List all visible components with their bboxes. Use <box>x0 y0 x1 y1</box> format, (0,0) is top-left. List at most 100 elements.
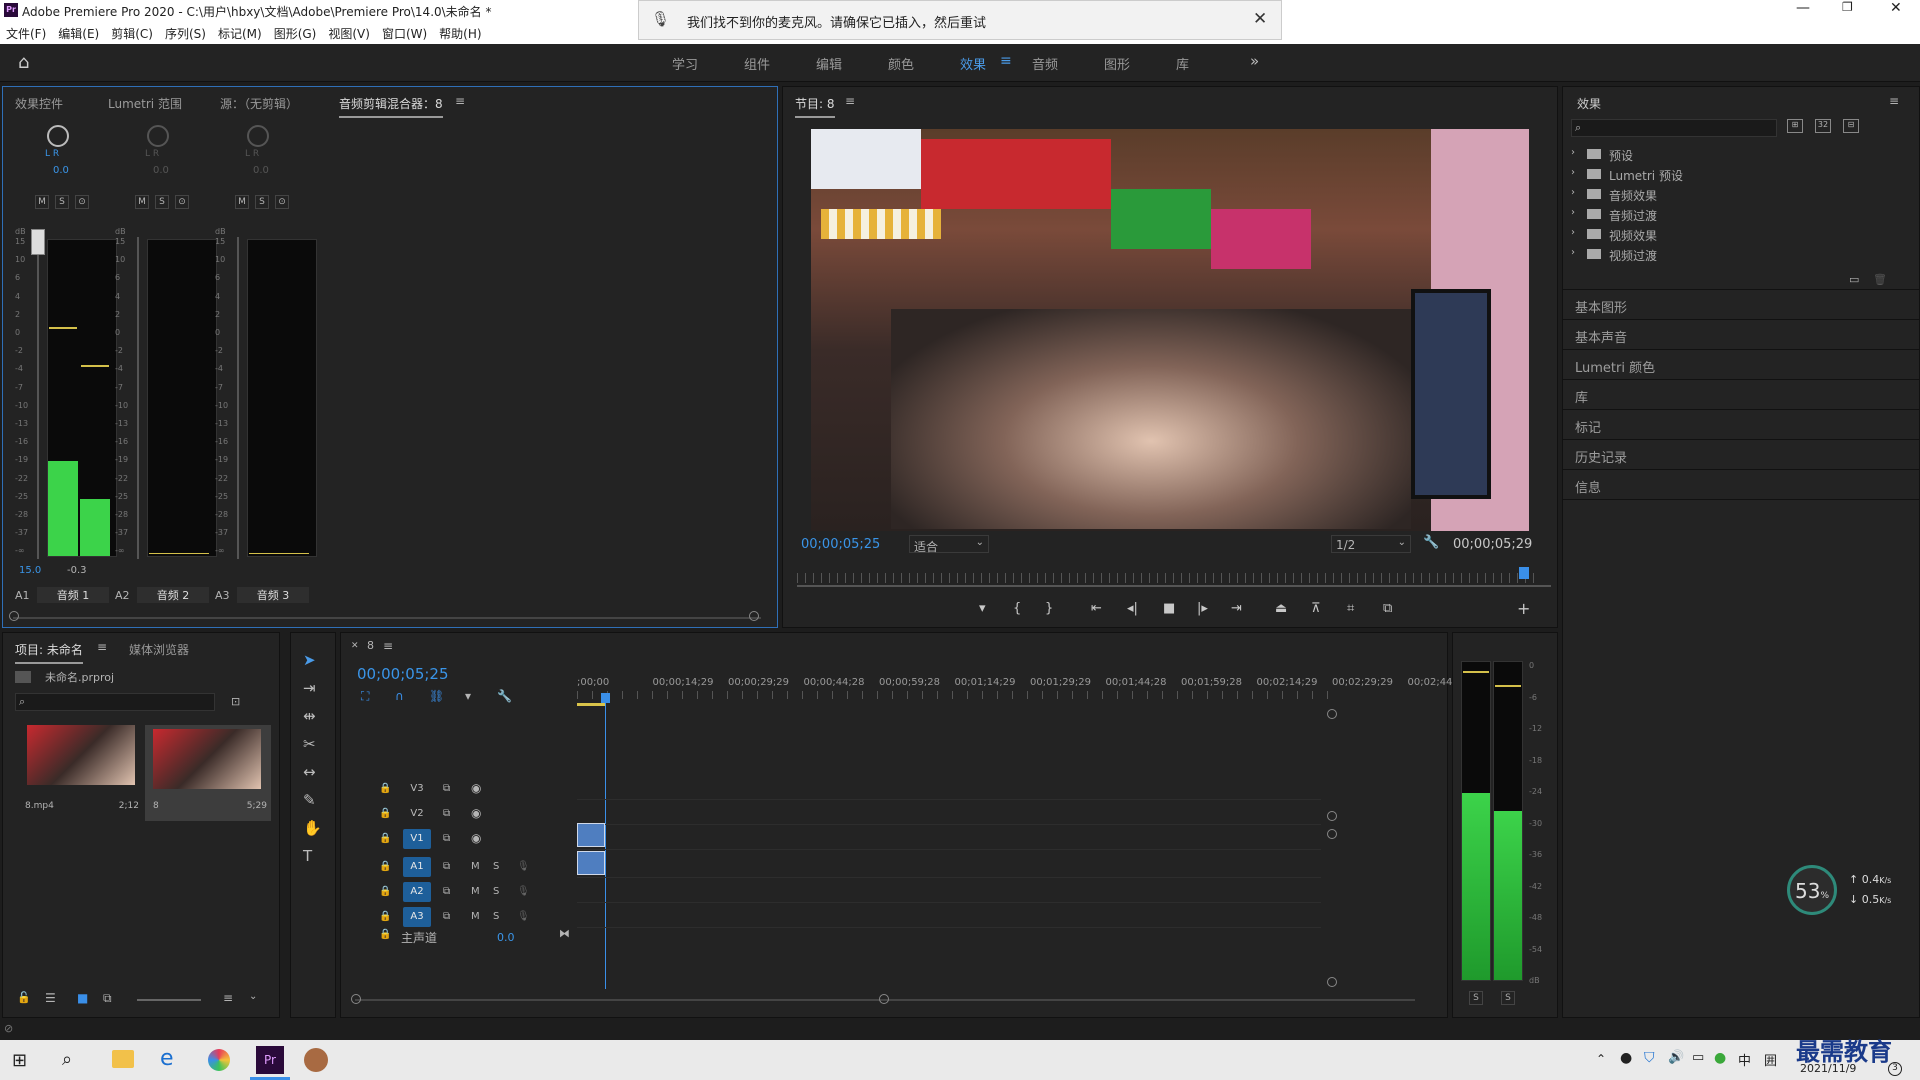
track-lock-icon[interactable]: 🔒 <box>379 886 391 897</box>
vertical-scroll-handle[interactable] <box>1327 829 1337 839</box>
effect-folder[interactable]: 音频过渡 <box>1609 207 1657 224</box>
master-expand-icon[interactable]: ⧓ <box>559 927 570 940</box>
mark-out-icon[interactable]: } <box>1045 601 1053 616</box>
accelerated-effects-icon[interactable]: ⊞ <box>1787 119 1803 133</box>
ime-indicator[interactable]: 中 <box>1738 1050 1751 1069</box>
ms-button[interactable]: S <box>55 195 69 209</box>
effect-folder[interactable]: 音频效果 <box>1609 187 1657 204</box>
track-lock-icon[interactable]: 🔒 <box>379 911 391 922</box>
sync-lock-icon[interactable]: ⧉ <box>443 808 450 819</box>
workspace-tab[interactable]: 学习 <box>672 54 698 73</box>
tray-chevron-icon[interactable]: ⌃ <box>1596 1052 1606 1066</box>
panel-menu-icon[interactable]: ≡ <box>845 94 855 108</box>
track-lock-icon[interactable]: 🔒 <box>379 833 391 844</box>
track-lock-icon[interactable]: 🔒 <box>379 861 391 872</box>
track-target[interactable]: A3 <box>403 907 431 927</box>
eye-icon[interactable]: ◉ <box>471 806 481 820</box>
ruler-ticks[interactable] <box>577 691 1337 699</box>
windows-start-icon[interactable]: ⊞ <box>12 1050 27 1071</box>
effect-section[interactable]: 标记 <box>1575 417 1601 436</box>
workspace-tab[interactable]: 图形 <box>1104 54 1130 73</box>
menu-item[interactable]: 编辑(E) <box>52 25 105 42</box>
scroll-handle-left[interactable] <box>9 611 19 621</box>
ms-button[interactable]: ⊙ <box>175 195 189 209</box>
microphone-icon[interactable]: 🎙 <box>517 886 530 897</box>
compare-icon[interactable]: ⧉ <box>1383 601 1392 616</box>
pan-knob[interactable] <box>147 125 169 147</box>
project-search-input[interactable]: ⌕ <box>15 693 215 711</box>
premiere-taskbar-icon[interactable]: Pr <box>256 1046 284 1074</box>
mark-in-icon[interactable]: { <box>1013 601 1021 616</box>
track-lock-icon[interactable]: 🔒 <box>379 783 391 794</box>
extract-icon[interactable]: ⊼ <box>1311 601 1321 616</box>
effects-search-input[interactable]: ⌕ <box>1571 119 1777 137</box>
workspace-tab[interactable]: 编辑 <box>816 54 842 73</box>
edge-icon[interactable]: e <box>160 1046 174 1071</box>
more-workspaces-icon[interactable]: » <box>1250 52 1259 70</box>
menu-item[interactable]: 剪辑(C) <box>105 25 159 42</box>
panel-menu-icon[interactable]: ≡ <box>1889 94 1899 108</box>
effect-section[interactable]: 基本声音 <box>1575 327 1627 346</box>
sync-lock-icon[interactable]: ⧉ <box>443 886 450 897</box>
chevron-down-icon[interactable]: ⌄ <box>249 991 257 1002</box>
add-marker-icon[interactable]: ▾ <box>465 689 471 703</box>
go-to-out-icon[interactable]: ⇥ <box>1231 601 1242 616</box>
close-tab-icon[interactable]: ✕ <box>351 641 359 651</box>
tab-effect-controls[interactable]: 效果控件 <box>15 95 63 112</box>
add-marker-icon[interactable]: ▾ <box>979 601 986 616</box>
go-to-in-icon[interactable]: ⇤ <box>1091 601 1102 616</box>
qq-icon[interactable]: ● <box>1620 1050 1632 1066</box>
track-target[interactable]: V1 <box>403 829 431 849</box>
mute-button[interactable]: M <box>471 886 480 897</box>
pan-knob[interactable] <box>47 125 69 147</box>
horizontal-scrollbar[interactable] <box>13 617 761 619</box>
solo-left-button[interactable]: S <box>1469 991 1483 1005</box>
pan-knob[interactable] <box>247 125 269 147</box>
scroll-handle-right[interactable] <box>749 611 759 621</box>
menu-item[interactable]: 窗口(W) <box>376 25 433 42</box>
slip-tool-icon[interactable]: ↔ <box>303 763 316 781</box>
avatar[interactable] <box>304 1048 328 1072</box>
timeline-tab[interactable]: 8 <box>367 639 374 652</box>
menu-item[interactable]: 文件(F) <box>0 25 52 42</box>
lock-icon[interactable]: 🔓 <box>17 991 31 1004</box>
ripple-edit-tool-icon[interactable]: ⇹ <box>303 707 316 725</box>
new-bin-from-search-icon[interactable]: ⊡ <box>231 695 240 708</box>
workspace-tab[interactable]: 库 <box>1176 54 1189 73</box>
effect-folder[interactable]: 视频效果 <box>1609 227 1657 244</box>
microphone-icon[interactable]: 🎙 <box>517 861 530 872</box>
sync-lock-icon[interactable]: ⧉ <box>443 783 450 794</box>
chevron-right-icon[interactable]: › <box>1571 247 1575 258</box>
wrench-icon[interactable]: 🔧 <box>1423 535 1439 550</box>
maximize-button[interactable]: ❐ <box>1842 0 1853 14</box>
effect-section[interactable]: 基本图形 <box>1575 297 1627 316</box>
effect-section[interactable]: 历史记录 <box>1575 447 1627 466</box>
mute-button[interactable]: M <box>471 861 480 872</box>
stop-icon[interactable]: ■ <box>1163 601 1175 616</box>
razor-tool-icon[interactable]: ✂ <box>303 735 316 753</box>
track-lock-icon[interactable]: 🔒 <box>379 808 391 819</box>
export-frame-icon[interactable]: ⌗ <box>1347 601 1354 616</box>
scroll-handle[interactable] <box>879 994 889 1004</box>
track-select-tool-icon[interactable]: ⇥ <box>303 679 316 697</box>
search-icon[interactable]: ⌕ <box>62 1049 72 1070</box>
shield-icon[interactable]: ⛉ <box>1644 1050 1655 1066</box>
volume-icon[interactable]: 🔊 <box>1668 1050 1684 1065</box>
program-timecode-in[interactable]: 00;00;05;25 <box>801 537 880 552</box>
pan-value[interactable]: 0.0 <box>53 165 69 176</box>
sync-lock-icon[interactable]: ⧉ <box>443 861 450 872</box>
tab-audio-clip-mixer[interactable]: 音频剪辑混合器：8 <box>339 95 443 118</box>
32bit-effects-icon[interactable]: 32 <box>1815 119 1831 133</box>
freeform-view-icon[interactable]: ⧉ <box>103 991 112 1006</box>
solo-button[interactable]: S <box>493 911 499 922</box>
file-explorer-icon[interactable] <box>112 1050 134 1068</box>
vertical-scroll-handle[interactable] <box>1327 811 1337 821</box>
menu-item[interactable]: 标记(M) <box>212 25 268 42</box>
effect-section[interactable]: 库 <box>1575 387 1588 406</box>
chevron-right-icon[interactable]: › <box>1571 187 1575 198</box>
hand-tool-icon[interactable]: ✋ <box>303 819 322 837</box>
track-name-button[interactable]: 音频 2 <box>137 587 209 603</box>
master-lock-icon[interactable]: 🔒 <box>379 929 391 940</box>
playhead-handle[interactable] <box>601 693 610 703</box>
solo-right-button[interactable]: S <box>1501 991 1515 1005</box>
